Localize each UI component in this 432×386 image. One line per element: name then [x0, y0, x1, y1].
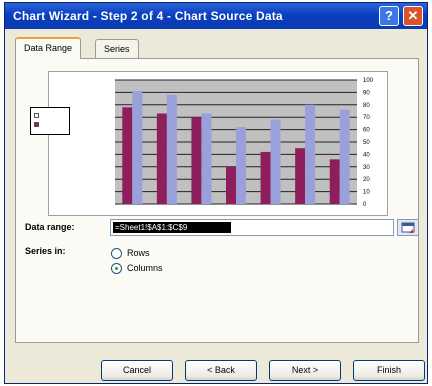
bar-series1 [260, 151, 271, 204]
bar-series1 [295, 148, 306, 204]
tab-panel: 0 10 20 30 40 50 60 70 80 90 100 [15, 58, 419, 343]
collapse-dialog-button[interactable] [397, 219, 419, 236]
y-tick-label: 70 [363, 115, 370, 121]
y-tick-label: 10 [363, 190, 370, 196]
y-tick-label: 30 [363, 165, 370, 171]
bar-series2 [236, 127, 246, 204]
bar-series1 [191, 117, 202, 204]
bar-series2 [166, 94, 177, 204]
bar-series2 [339, 109, 350, 204]
bar-series1 [226, 166, 236, 204]
data-range-value: =Sheet1!$A$1:$C$9 [113, 222, 231, 233]
next-button[interactable]: Next > [269, 360, 341, 381]
collapse-dialog-icon [401, 222, 415, 233]
y-tick-label: 20 [363, 177, 370, 183]
help-button[interactable]: ? [379, 6, 399, 26]
y-tick-label: 50 [363, 140, 370, 146]
bar-series1 [156, 113, 167, 204]
bar-series2 [201, 113, 212, 204]
data-range-input[interactable]: =Sheet1!$A$1:$C$9 [110, 219, 394, 236]
y-tick-label: 80 [363, 103, 370, 109]
chart-wizard-dialog: Chart Wizard - Step 2 of 4 - Chart Sourc… [4, 2, 428, 384]
radio-rows-label[interactable]: Rows [127, 248, 150, 258]
chart-preview: 0 10 20 30 40 50 60 70 80 90 100 [48, 71, 388, 216]
bar-series2 [305, 104, 316, 204]
bar-series2 [132, 91, 143, 204]
radio-rows-button[interactable] [111, 248, 122, 259]
data-range-label: Data range: [25, 222, 75, 232]
chart-legend [30, 107, 70, 135]
radio-columns-button[interactable] [111, 263, 122, 274]
cancel-button[interactable]: Cancel [101, 360, 173, 381]
legend-swatch-series-2 [34, 122, 39, 127]
finish-button[interactable]: Finish [353, 360, 425, 381]
tab-series[interactable]: Series [95, 39, 139, 58]
y-tick-label: 60 [363, 128, 370, 134]
title-bar[interactable]: Chart Wizard - Step 2 of 4 - Chart Sourc… [5, 3, 427, 29]
bar-series2 [270, 119, 281, 204]
radio-columns-label[interactable]: Columns [127, 263, 163, 273]
tab-data-range[interactable]: Data Range [15, 37, 82, 59]
y-tick-label: 40 [363, 152, 370, 158]
series-in-label: Series in: [25, 246, 66, 256]
close-button[interactable]: ✕ [403, 6, 423, 26]
bar-series1 [122, 107, 133, 204]
y-tick-label: 0 [363, 202, 367, 208]
bar-series1 [329, 159, 340, 204]
y-tick-label: 90 [363, 90, 370, 96]
window-title: Chart Wizard - Step 2 of 4 - Chart Sourc… [13, 9, 283, 23]
chart-plot: 0 10 20 30 40 50 60 70 80 90 100 [115, 78, 374, 208]
back-button[interactable]: < Back [185, 360, 257, 381]
y-tick-label: 100 [363, 78, 374, 84]
legend-swatch-series-1 [34, 113, 39, 118]
